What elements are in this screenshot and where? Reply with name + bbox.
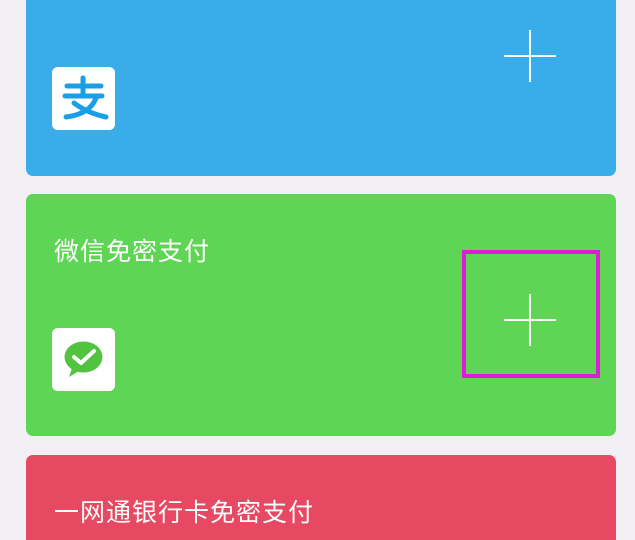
alipay-logo-icon [52,67,115,130]
payment-methods-screen: 微信免密支付 一网通银行卡免密支付 [0,0,635,540]
wechat-pay-card[interactable]: 微信免密支付 [26,194,616,436]
alipay-card[interactable] [26,0,616,176]
alipay-add-button[interactable] [504,30,556,82]
bank-card-pay-title: 一网通银行卡免密支付 [54,498,315,527]
wechat-pay-title: 微信免密支付 [54,237,211,266]
wechat-pay-logo-icon [52,328,115,391]
highlight-box [462,250,600,378]
bank-card-pay-card[interactable]: 一网通银行卡免密支付 [26,455,616,540]
